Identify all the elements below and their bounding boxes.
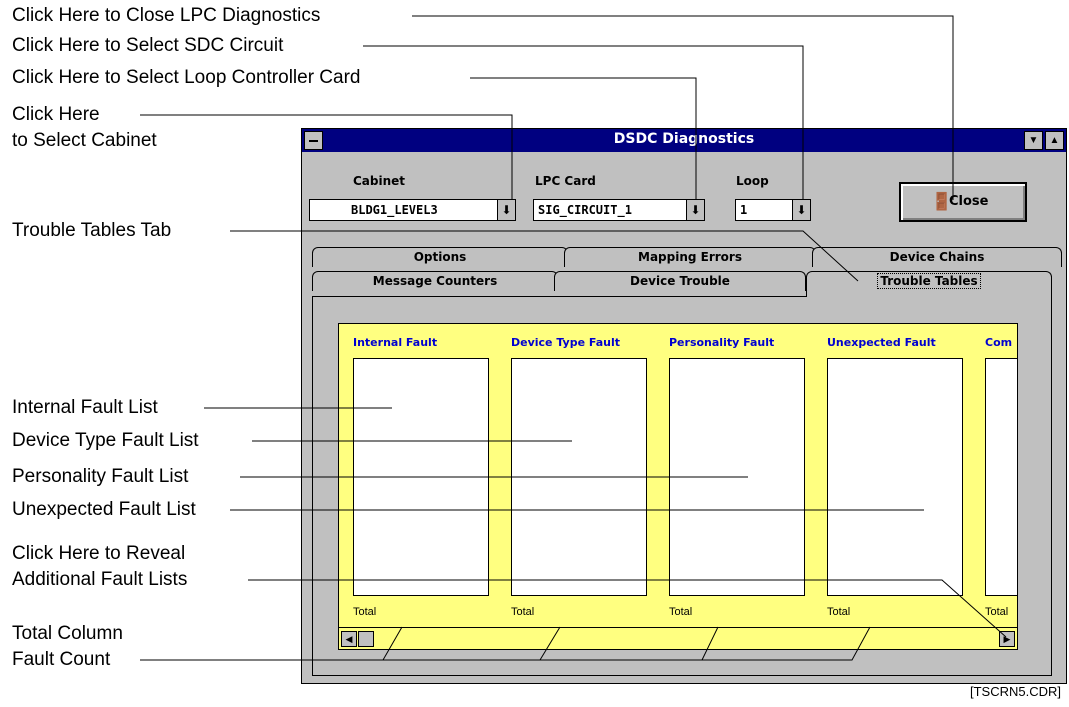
personality-fault-header: Personality Fault (669, 336, 775, 349)
lpc-card-select[interactable]: SIG_CIRCUIT_1 ⬇ (533, 199, 705, 221)
dsdc-diagnostics-window: DSDC Diagnostics ▼ ▲ Cabinet BLDG1_LEVEL… (301, 128, 1067, 684)
tab-options[interactable]: Options (312, 247, 568, 267)
callout-unexpected-list: Unexpected Fault List (12, 499, 196, 520)
tab-mapping-errors[interactable]: Mapping Errors (564, 247, 816, 267)
loop-select[interactable]: 1 ⬇ (735, 199, 811, 221)
personality-fault-list[interactable] (669, 358, 805, 596)
maximize-button[interactable]: ▲ (1045, 131, 1064, 150)
unexpected-fault-list[interactable] (827, 358, 963, 596)
callout-reveal-line1: Click Here to Reveal (12, 543, 186, 564)
device-type-fault-list[interactable] (511, 358, 647, 596)
callout-select-cabinet-line2: to Select Cabinet (12, 130, 157, 151)
unexpected-fault-total: Total (827, 606, 851, 618)
callout-reveal-line2: Additional Fault Lists (12, 569, 188, 590)
callout-personality-list: Personality Fault List (12, 466, 189, 487)
cabinet-select[interactable]: BLDG1_LEVEL3 ⬇ (309, 199, 516, 221)
tab-device-trouble[interactable]: Device Trouble (554, 271, 806, 291)
callout-total-line2: Fault Count (12, 649, 111, 670)
internal-fault-list[interactable] (353, 358, 489, 596)
window-title: DSDC Diagnostics (613, 131, 755, 147)
device-type-fault-header: Device Type Fault (511, 336, 621, 349)
tab-message-counters[interactable]: Message Counters (312, 271, 558, 291)
cabinet-dropdown-arrow-icon[interactable]: ⬇ (497, 200, 515, 220)
com-fault-header: Com (985, 336, 1013, 349)
internal-fault-total: Total (353, 606, 377, 618)
loop-value: 1 (740, 203, 748, 217)
scroll-thumb[interactable] (358, 631, 374, 647)
com-fault-list[interactable] (985, 358, 1017, 596)
device-type-fault-total: Total (511, 606, 535, 618)
callout-device-type-list: Device Type Fault List (12, 430, 199, 451)
tab-trouble-tables-label: Trouble Tables (877, 273, 981, 289)
com-fault-total: Total (985, 606, 1009, 618)
system-menu-button[interactable] (304, 131, 323, 150)
close-button-label: Close (949, 194, 989, 209)
lpc-card-value: SIG_CIRCUIT_1 (538, 203, 632, 217)
callout-select-sdc: Click Here to Select SDC Circuit (12, 35, 284, 56)
lpc-card-dropdown-arrow-icon[interactable]: ⬇ (686, 200, 704, 220)
figure-reference: [TSCRN5.CDR] (969, 684, 1061, 699)
loop-dropdown-arrow-icon[interactable]: ⬇ (792, 200, 810, 220)
callout-total-line1: Total Column (12, 623, 123, 644)
personality-fault-total: Total (669, 606, 693, 618)
fault-lists-area: Internal Fault Device Type Fault Persona… (338, 323, 1018, 628)
cabinet-label: Cabinet (353, 174, 406, 188)
close-button[interactable]: 🚪 Close (899, 182, 1027, 222)
loop-label: Loop (736, 174, 769, 188)
tab-trouble-tables[interactable]: Trouble Tables (806, 271, 1052, 297)
unexpected-fault-header: Unexpected Fault (827, 336, 936, 349)
scroll-left-icon[interactable]: ◀ (341, 631, 357, 647)
horizontal-scrollbar[interactable]: ◀ ▶ (338, 628, 1018, 650)
tab-device-chains[interactable]: Device Chains (812, 247, 1062, 267)
callout-select-loop-card: Click Here to Select Loop Controller Car… (12, 67, 361, 88)
callout-close-lpc: Click Here to Close LPC Diagnostics (12, 5, 321, 26)
title-bar: DSDC Diagnostics ▼ ▲ (302, 129, 1066, 152)
callout-select-cabinet-line1: Click Here (12, 104, 100, 125)
cabinet-value: BLDG1_LEVEL3 (351, 203, 438, 217)
callout-internal-list: Internal Fault List (12, 397, 158, 418)
lpc-card-label: LPC Card (535, 174, 596, 188)
callout-trouble-tab: Trouble Tables Tab (12, 220, 172, 241)
scroll-right-icon[interactable]: ▶ (999, 631, 1015, 647)
minimize-button[interactable]: ▼ (1024, 131, 1043, 150)
internal-fault-header: Internal Fault (353, 336, 438, 349)
